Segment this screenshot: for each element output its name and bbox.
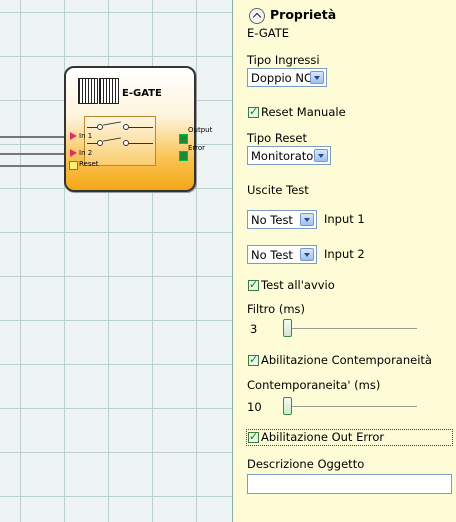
tipo-reset-select[interactable]: Monitorato <box>247 146 331 165</box>
uscite-test-label: Uscite Test <box>247 183 309 197</box>
abilitazione-out-error-checkbox[interactable] <box>248 430 259 443</box>
reset-manuale-checkbox[interactable] <box>248 105 259 118</box>
block-title: E-GATE <box>122 88 162 99</box>
test-input1-value: No Test <box>251 213 293 227</box>
chevron-down-icon[interactable] <box>300 213 314 226</box>
pin-reset-label: Reset <box>79 160 99 168</box>
properties-panel: Proprietà E-GATE Tipo Ingressi Doppio NC… <box>233 0 456 522</box>
test-input2-label: Input 2 <box>324 247 365 261</box>
wire-reset <box>0 165 66 167</box>
reset-manuale-label: Reset Manuale <box>261 105 346 119</box>
chevron-down-icon[interactable] <box>300 248 314 261</box>
tipo-reset-value: Monitorato <box>251 149 314 163</box>
descrizione-input[interactable] <box>247 474 452 494</box>
wire-in1 <box>0 136 66 138</box>
panel-title: Proprietà <box>270 7 337 22</box>
in1-pin-icon[interactable] <box>70 132 77 140</box>
contemporaneita-value: 10 <box>247 400 262 414</box>
pin-in2-label: In 2 <box>79 149 93 157</box>
object-name: E-GATE <box>247 26 290 40</box>
tipo-reset-label: Tipo Reset <box>247 131 307 145</box>
contemporaneita-label: Contemporaneita' (ms) <box>247 378 381 392</box>
gate-right-icon <box>99 78 119 104</box>
in2-pin-icon[interactable] <box>70 149 77 157</box>
test-avvio-label: Test all'avvio <box>261 278 335 292</box>
contemporaneita-slider-thumb[interactable] <box>283 397 292 415</box>
e-gate-block[interactable]: E-GATE In 1 In 2 Reset Output Error <box>64 66 212 192</box>
gate-left-icon <box>78 78 98 104</box>
collapse-up-icon[interactable] <box>249 8 265 24</box>
filtro-value: 3 <box>250 322 258 336</box>
error-pin-icon[interactable] <box>179 151 188 161</box>
pin-output-label: Output <box>188 126 213 134</box>
diagram-canvas[interactable]: E-GATE In 1 In 2 Reset Output Error <box>0 0 233 522</box>
test-input1-select[interactable]: No Test <box>247 210 317 229</box>
abilitazione-contemporaneita-checkbox[interactable] <box>248 353 259 366</box>
abilitazione-out-error-label: Abilitazione Out Error <box>261 430 385 444</box>
test-input1-label: Input 1 <box>324 212 365 226</box>
test-input2-select[interactable]: No Test <box>247 245 317 264</box>
filtro-label: Filtro (ms) <box>247 302 306 316</box>
chevron-down-icon[interactable] <box>310 71 324 84</box>
contemporaneita-slider-track[interactable] <box>285 406 417 408</box>
reset-pin-icon[interactable] <box>69 161 78 170</box>
chevron-down-icon[interactable] <box>314 149 328 162</box>
contact-panel <box>84 116 156 166</box>
tipo-ingressi-select[interactable]: Doppio NC <box>247 68 327 87</box>
filtro-slider-track[interactable] <box>285 328 417 330</box>
test-input2-value: No Test <box>251 248 293 262</box>
pin-in1-label: In 1 <box>79 132 93 140</box>
output-pin-icon[interactable] <box>179 134 188 144</box>
tipo-ingressi-value: Doppio NC <box>251 71 313 85</box>
descrizione-label: Descrizione Oggetto <box>247 457 365 471</box>
pin-error-label: Error <box>188 144 206 152</box>
filtro-slider-thumb[interactable] <box>283 319 292 337</box>
abilitazione-contemporaneita-label: Abilitazione Contemporaneità <box>261 353 432 367</box>
test-avvio-checkbox[interactable] <box>248 278 259 291</box>
tipo-ingressi-label: Tipo Ingressi <box>247 53 320 67</box>
wire-in2 <box>0 153 66 155</box>
